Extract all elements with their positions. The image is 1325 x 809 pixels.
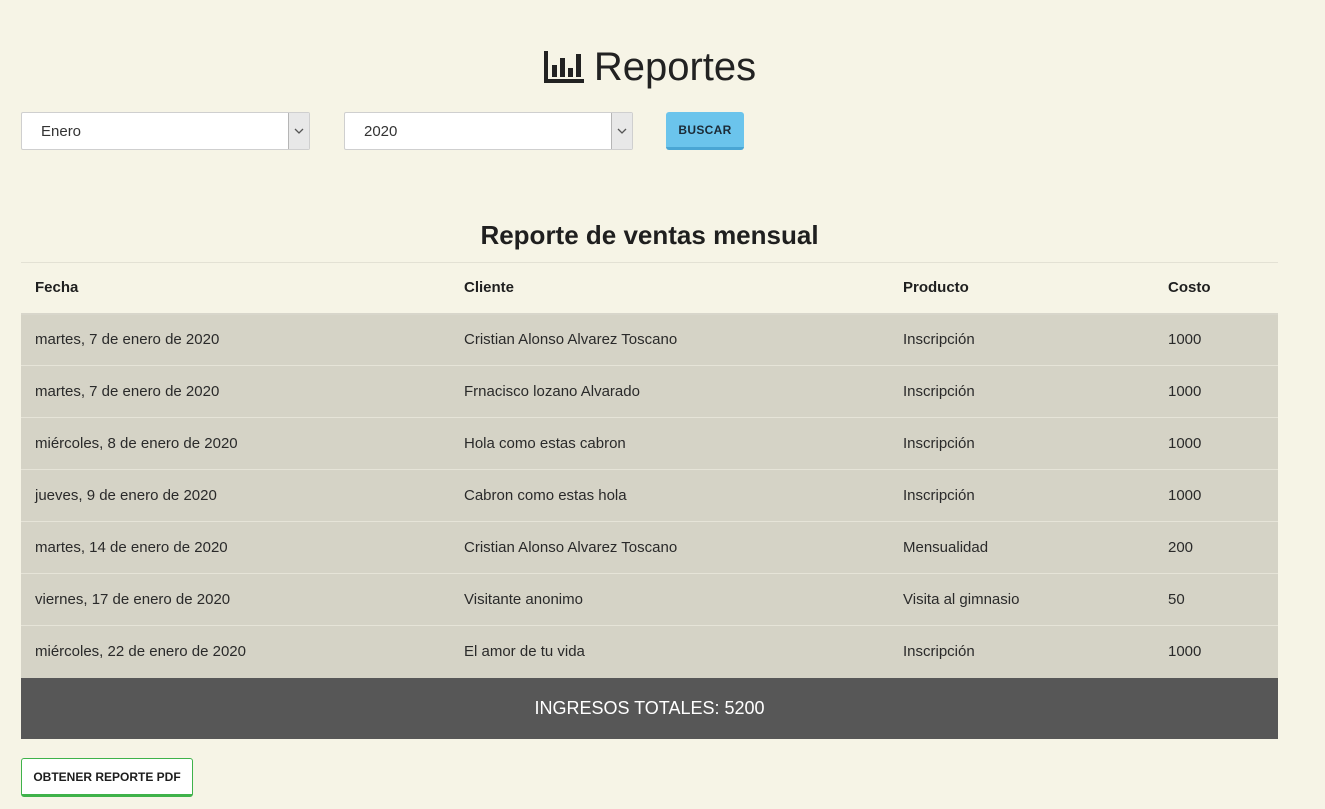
column-header-costo: Costo [1154,262,1278,315]
cell-fecha: miércoles, 8 de enero de 2020 [21,417,450,470]
month-select-value: Enero [41,123,82,140]
report-table: Fecha Cliente Producto Costo martes, 7 d… [21,262,1278,739]
table-row: martes, 7 de enero de 2020 Frnacisco loz… [21,365,1278,418]
cell-cliente: Cristian Alonso Alvarez Toscano [450,313,889,366]
chevron-down-icon[interactable] [288,113,309,149]
cell-fecha: miércoles, 22 de enero de 2020 [21,625,450,678]
column-header-producto: Producto [889,262,1154,315]
table-row: jueves, 9 de enero de 2020 Cabron como e… [21,469,1278,522]
cell-fecha: martes, 7 de enero de 2020 [21,365,450,418]
table-row: viernes, 17 de enero de 2020 Visitante a… [21,573,1278,626]
get-pdf-report-button[interactable]: OBTENER REPORTE PDF [21,758,193,797]
chevron-down-icon[interactable] [611,113,632,149]
year-select-value: 2020 [364,123,398,140]
month-select[interactable]: Enero [21,112,310,150]
cell-costo: 1000 [1154,365,1278,418]
table-header-row: Fecha Cliente Producto Costo [21,262,1278,315]
cell-costo: 200 [1154,521,1278,574]
table-row: miércoles, 22 de enero de 2020 El amor d… [21,625,1278,678]
cell-fecha: jueves, 9 de enero de 2020 [21,469,450,522]
search-button[interactable]: BUSCAR [666,112,744,150]
cell-cliente: Visitante anonimo [450,573,889,626]
cell-producto: Visita al gimnasio [889,573,1154,626]
cell-producto: Inscripción [889,313,1154,366]
cell-cliente: Cristian Alonso Alvarez Toscano [450,521,889,574]
bar-chart-icon [543,49,586,85]
cell-costo: 1000 [1154,625,1278,678]
cell-costo: 1000 [1154,417,1278,470]
cell-fecha: martes, 14 de enero de 2020 [21,521,450,574]
column-header-cliente: Cliente [450,262,889,315]
cell-producto: Inscripción [889,417,1154,470]
table-row: miércoles, 8 de enero de 2020 Hola como … [21,417,1278,470]
table-row: martes, 14 de enero de 2020 Cristian Alo… [21,521,1278,574]
cell-producto: Inscripción [889,625,1154,678]
total-row: INGRESOS TOTALES: 5200 [21,677,1278,739]
cell-costo: 50 [1154,573,1278,626]
cell-producto: Mensualidad [889,521,1154,574]
cell-cliente: El amor de tu vida [450,625,889,678]
report-title: Reporte de ventas mensual [480,220,819,250]
year-select[interactable]: 2020 [344,112,633,150]
total-income: INGRESOS TOTALES: 5200 [21,677,1278,739]
cell-fecha: viernes, 17 de enero de 2020 [21,573,450,626]
column-header-fecha: Fecha [21,262,450,315]
table-row: martes, 7 de enero de 2020 Cristian Alon… [21,313,1278,366]
cell-costo: 1000 [1154,469,1278,522]
page-title: Reportes [593,45,757,89]
cell-cliente: Cabron como estas hola [450,469,889,522]
cell-cliente: Frnacisco lozano Alvarado [450,365,889,418]
cell-cliente: Hola como estas cabron [450,417,889,470]
cell-costo: 1000 [1154,313,1278,366]
cell-producto: Inscripción [889,365,1154,418]
page-header: Reportes [0,44,1300,90]
cell-producto: Inscripción [889,469,1154,522]
cell-fecha: martes, 7 de enero de 2020 [21,313,450,366]
